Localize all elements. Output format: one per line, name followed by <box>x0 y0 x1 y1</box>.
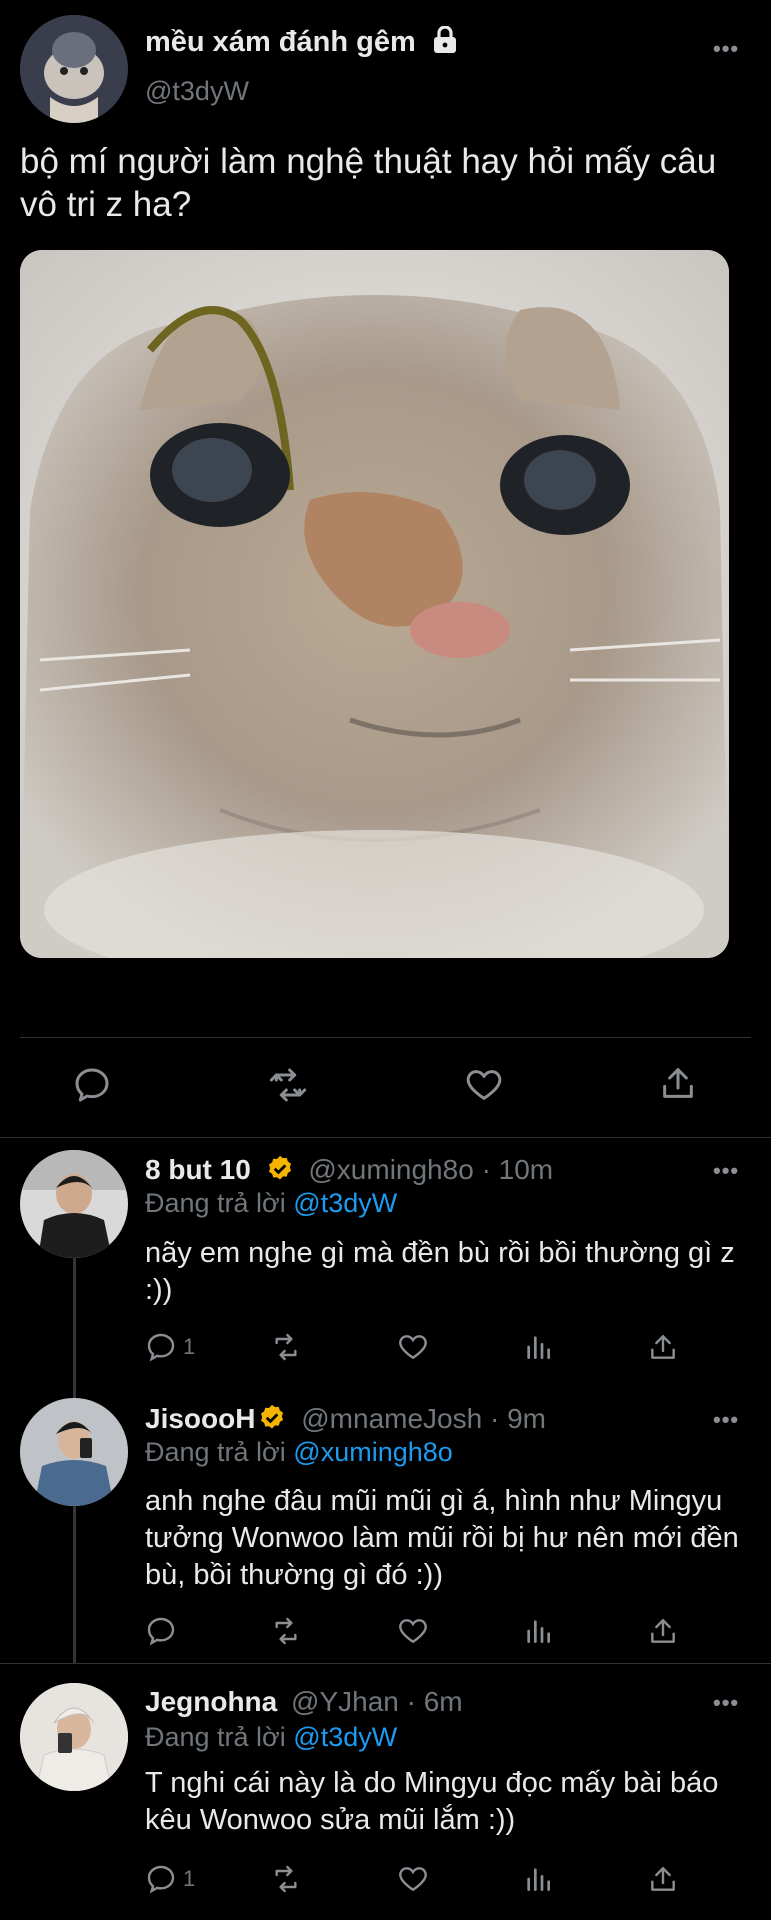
reply-header: Jegnohna @YJhan · 6m <box>145 1686 463 1718</box>
display-name[interactable]: 8 but 10 <box>145 1154 251 1185</box>
reply-icon <box>147 1617 175 1646</box>
replying-label: Đang trả lời <box>145 1188 286 1218</box>
avatar-image <box>20 1398 128 1506</box>
share-icon[interactable] <box>658 1063 698 1103</box>
more-options-icon[interactable]: ••• <box>713 1158 739 1184</box>
timestamp: · 10m <box>481 1154 554 1185</box>
display-name[interactable]: JisoooH <box>145 1403 255 1434</box>
replying-to: Đang trả lời @t3dyW <box>145 1722 397 1753</box>
display-name[interactable]: Jegnohna <box>145 1686 277 1717</box>
replying-mention[interactable]: @t3dyW <box>293 1188 397 1218</box>
thread-line <box>73 1503 76 1663</box>
lock-icon <box>432 25 458 62</box>
handle[interactable]: @t3dyW <box>145 76 249 107</box>
share-icon[interactable] <box>647 1330 679 1364</box>
cat-photo <box>20 250 729 958</box>
more-options-icon[interactable]: ••• <box>713 1690 739 1716</box>
retweet-icon[interactable] <box>268 1065 308 1105</box>
views-icon[interactable] <box>522 1330 554 1364</box>
retweet-icon[interactable] <box>270 1862 302 1896</box>
avatar-image <box>20 1683 128 1791</box>
share-icon[interactable] <box>647 1614 679 1648</box>
replying-to: Đang trả lời @xumingh8o <box>145 1437 453 1468</box>
more-options-icon[interactable]: ••• <box>713 1407 739 1433</box>
timestamp: · 6m <box>406 1686 463 1717</box>
reply-action[interactable]: 1 <box>145 1330 195 1364</box>
reply-icon <box>147 1333 175 1362</box>
retweet-icon[interactable] <box>270 1614 302 1648</box>
like-icon[interactable] <box>397 1862 429 1896</box>
retweet-icon[interactable] <box>270 1330 302 1364</box>
replying-label: Đang trả lời <box>145 1437 286 1467</box>
avatar[interactable] <box>20 1683 128 1791</box>
handle[interactable]: @xumingh8o <box>308 1154 473 1185</box>
reply-text: nãy em nghe gì mà đền bù rồi bồi thường … <box>145 1237 735 1306</box>
avatar-image <box>20 15 128 123</box>
post-image[interactable] <box>20 250 729 958</box>
reply-icon[interactable] <box>72 1065 112 1105</box>
reply-icon <box>147 1865 175 1894</box>
tweet-detail-screen: mều xám đánh gêm @t3dyW ••• bộ mí người … <box>0 0 771 1920</box>
views-icon[interactable] <box>522 1614 554 1648</box>
replying-mention[interactable]: @t3dyW <box>293 1722 397 1752</box>
verified-badge-icon <box>265 1154 295 1184</box>
verified-badge-icon <box>257 1403 287 1433</box>
replying-to: Đang trả lời @t3dyW <box>145 1188 397 1219</box>
views-icon[interactable] <box>522 1862 554 1896</box>
post-header: mều xám đánh gêm <box>145 25 458 62</box>
reply-count: 1 <box>183 1334 196 1359</box>
reply-action[interactable]: 1 <box>145 1862 195 1896</box>
more-options-icon[interactable]: ••• <box>713 36 739 62</box>
like-icon[interactable] <box>397 1330 429 1364</box>
reply-action[interactable] <box>145 1614 183 1648</box>
reply-text: T nghi cái này là do Mingyu đọc mấy bài … <box>145 1767 719 1836</box>
reply-text: anh nghe đâu mũi mũi gì á, hình như Ming… <box>145 1485 739 1591</box>
like-icon[interactable] <box>397 1614 429 1648</box>
divider <box>0 1663 771 1664</box>
timestamp: · 9m <box>489 1403 546 1434</box>
reply-count: 1 <box>183 1866 196 1891</box>
replying-mention[interactable]: @xumingh8o <box>293 1437 453 1467</box>
post-text: bộ mí người làm nghệ thuật hay hỏi mấy c… <box>20 142 717 224</box>
like-icon[interactable] <box>464 1065 504 1105</box>
avatar[interactable] <box>20 1150 128 1258</box>
reply-header: 8 but 10 @xumingh8o · 10m <box>145 1154 553 1186</box>
replying-label: Đang trả lời <box>145 1722 286 1752</box>
share-icon[interactable] <box>647 1862 679 1896</box>
divider <box>0 1137 771 1138</box>
avatar[interactable] <box>20 1398 128 1506</box>
divider <box>20 1037 751 1038</box>
handle[interactable]: @mnameJosh <box>301 1403 482 1434</box>
handle[interactable]: @YJhan <box>291 1686 399 1717</box>
avatar[interactable] <box>20 15 128 123</box>
reply-header: JisoooH @mnameJosh · 9m <box>145 1403 546 1435</box>
avatar-image <box>20 1150 128 1258</box>
display-name[interactable]: mều xám đánh gêm <box>145 26 416 58</box>
